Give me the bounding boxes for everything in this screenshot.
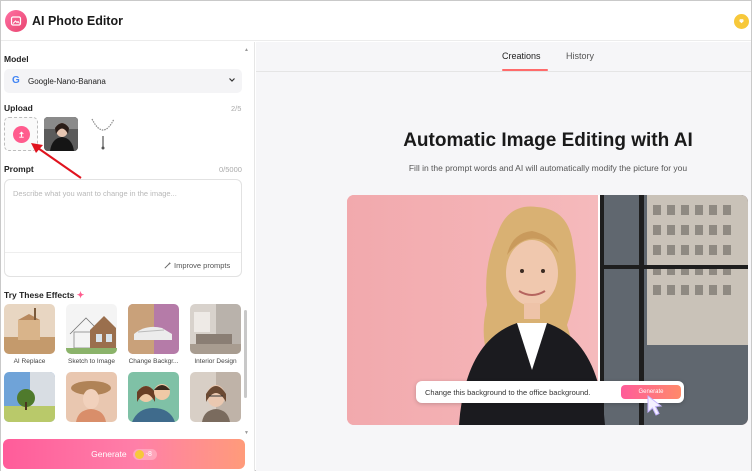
effect-cartoon-couple-thumbnail xyxy=(128,372,179,422)
effect-portrait-glasses-thumbnail xyxy=(190,372,241,422)
effect-change-background-thumbnail xyxy=(128,304,179,354)
upload-icon xyxy=(13,126,30,143)
improve-prompts-button[interactable]: Improve prompts xyxy=(163,261,230,270)
pointer-cursor-icon xyxy=(647,394,663,416)
sidebar-scroll-up-icon[interactable]: ▲ xyxy=(244,47,249,53)
upload-count: 2/5 xyxy=(231,104,242,113)
effect-ai-replace-label: AI Replace xyxy=(13,358,46,365)
magic-wand-icon xyxy=(164,261,172,269)
effect-ai-replace-thumbnail xyxy=(4,304,55,354)
effects-label: Try These Effects ✦ xyxy=(4,290,84,301)
tab-creations[interactable]: Creations xyxy=(502,51,541,61)
photo-edit-icon xyxy=(5,10,27,32)
uploaded-necklace-thumbnail[interactable] xyxy=(86,117,120,151)
coin-icon[interactable] xyxy=(734,14,749,29)
chevron-down-icon xyxy=(229,78,235,82)
effect-sketch-to-image-label: Sketch to Image xyxy=(68,358,115,365)
effect-landscape[interactable] xyxy=(4,372,55,426)
effects-label-text: Try These Effects xyxy=(4,290,75,300)
prompt-label: Prompt xyxy=(4,164,34,174)
sidebar-scroll-down-icon[interactable]: ▼ xyxy=(244,430,249,436)
left-sidebar: ▲ Model G Google-Nano-Banana Upload 2/5 xyxy=(1,42,255,471)
tab-history[interactable]: History xyxy=(566,51,594,61)
app-title: AI Photo Editor xyxy=(32,14,123,28)
hero-title: Automatic Image Editing with AI xyxy=(403,130,693,151)
model-select[interactable]: G Google-Nano-Banana xyxy=(4,69,242,93)
effect-sketch-to-image-thumbnail xyxy=(66,304,117,354)
active-tab-indicator xyxy=(502,69,548,71)
generate-label: Generate xyxy=(91,449,127,459)
top-header: AI Photo Editor xyxy=(1,1,751,41)
upload-label: Upload xyxy=(4,103,33,113)
effect-cartoon-couple[interactable] xyxy=(128,372,179,426)
effect-portrait-hat-thumbnail xyxy=(66,372,117,422)
effect-change-background[interactable]: Change Backgr... xyxy=(128,304,179,365)
effect-sketch-to-image[interactable]: Sketch to Image xyxy=(66,304,117,365)
tab-bar: Creations History xyxy=(256,42,751,72)
prompt-placeholder: Describe what you want to change in the … xyxy=(13,189,177,198)
annotation-arrow xyxy=(31,143,82,179)
demo-prompt-text: Change this background to the office bac… xyxy=(425,388,591,397)
effect-interior-design-label: Interior Design xyxy=(194,358,237,365)
credit-cost: -8 xyxy=(145,450,152,458)
prompt-input[interactable]: Describe what you want to change in the … xyxy=(4,179,242,277)
google-icon: G xyxy=(12,75,20,86)
prompt-divider xyxy=(5,252,241,253)
main-panel: Creations History Automatic Image Editin… xyxy=(256,42,751,471)
effect-interior-design-thumbnail xyxy=(190,304,241,354)
sidebar-scrollbar[interactable] xyxy=(244,310,247,398)
prompt-count: 0/5000 xyxy=(219,165,242,174)
model-label: Model xyxy=(4,54,29,64)
hero-subtitle: Fill in the prompt words and AI will aut… xyxy=(408,163,688,173)
model-value: Google-Nano-Banana xyxy=(28,77,106,86)
effect-portrait-hat[interactable] xyxy=(66,372,117,426)
coin-icon xyxy=(134,449,144,459)
credit-cost-badge: -8 xyxy=(132,448,157,460)
effect-change-background-label: Change Backgr... xyxy=(128,358,179,365)
sparkle-icon: ✦ xyxy=(76,290,85,300)
app-window: AI Photo Editor ▲ Model G Google-Nano-Ba… xyxy=(0,0,752,471)
effect-interior-design[interactable]: Interior Design xyxy=(190,304,241,365)
demo-prompt-bar: Change this background to the office bac… xyxy=(416,381,684,403)
improve-prompts-label: Improve prompts xyxy=(174,261,231,270)
effect-landscape-thumbnail xyxy=(4,372,55,422)
generate-button[interactable]: Generate -8 xyxy=(3,439,245,469)
effect-portrait-glasses[interactable] xyxy=(190,372,241,426)
effect-ai-replace[interactable]: AI Replace xyxy=(4,304,55,365)
